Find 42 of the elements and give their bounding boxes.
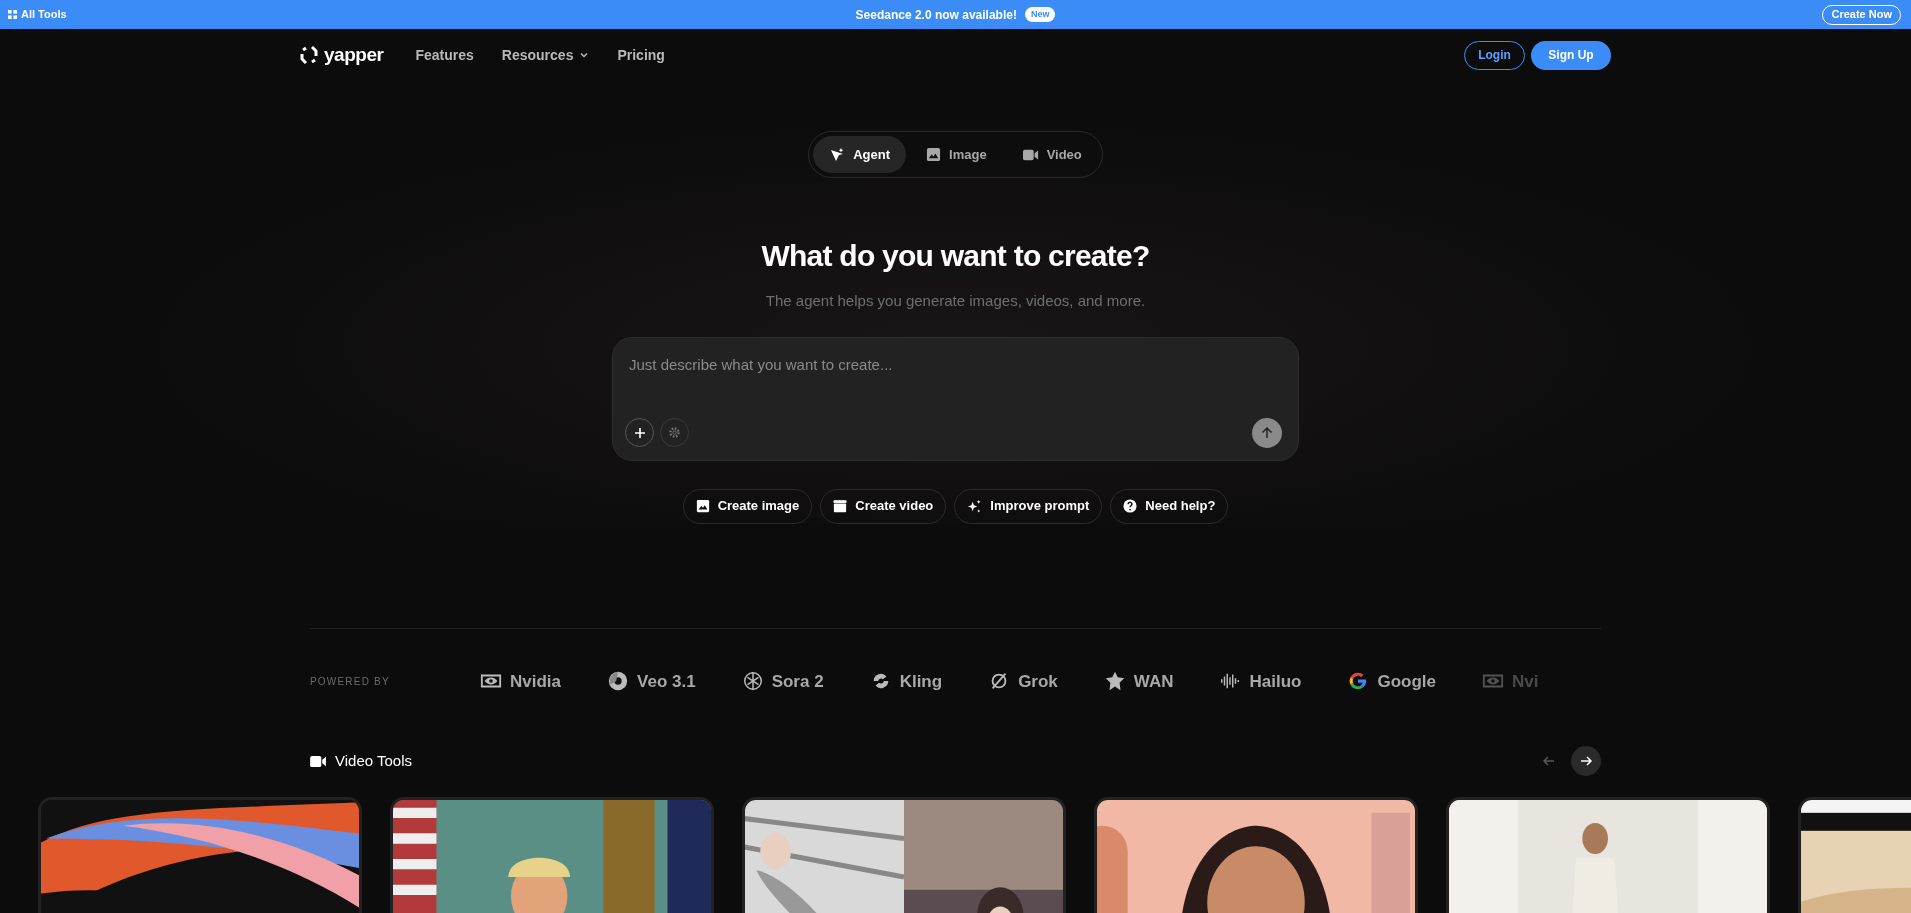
send-button[interactable] [1252,417,1282,448]
powered-by-label: POWERED BY [310,674,391,689]
hero-subtitle: The agent helps you generate images, videos, and more. [765,291,1146,311]
clapperboard-icon [833,499,848,513]
brand-name: Nvi [1512,670,1539,693]
brand-name: Veo 3.1 [637,670,696,693]
logo-text: yapper [324,42,384,67]
nav-link[interactable]: Features [415,44,474,66]
arrow-left-icon [1542,754,1556,768]
settings-icon [668,426,681,439]
mode-tab[interactable]: Video [1006,136,1098,173]
arrow-right-icon [1579,754,1593,768]
mode-tab[interactable]: Agent [813,136,907,173]
brand-name: Grok [1018,670,1058,693]
brand-name: Kling [899,670,943,693]
nav-link[interactable]: Resources [501,44,590,66]
arrow-up-icon [1261,426,1273,439]
nav-link[interactable]: Pricing [617,44,665,66]
grid-icon [8,10,17,19]
image-icon [695,499,710,513]
new-badge: New [1024,6,1056,23]
prompt-box[interactable]: Just describe what you want to create... [612,336,1299,461]
next-button[interactable] [1571,746,1601,776]
image-icon [926,147,942,162]
mode-tab[interactable]: Image [910,136,1003,173]
sparkle-icon [829,146,846,163]
brand-name: Google [1377,670,1436,693]
video-camera-icon [1022,147,1039,162]
prompt-input[interactable]: Just describe what you want to create... [629,353,1282,376]
chevron-down-icon [579,50,590,60]
brand-name: Nvidia [510,670,562,693]
video-camera-icon [310,754,327,768]
brand-name: Sora 2 [771,670,824,693]
brand-name: Hailuo [1249,670,1302,693]
brand-name: WAN [1133,670,1174,693]
logo-icon [300,46,318,64]
help-icon [1123,499,1138,513]
announcement-text: Seedance 2.0 now available! [855,6,1017,24]
hero-title: What do you want to create? [761,238,1150,274]
plus-icon [633,426,646,439]
sparkles-icon [967,498,983,514]
section-title: Video Tools [335,750,412,771]
